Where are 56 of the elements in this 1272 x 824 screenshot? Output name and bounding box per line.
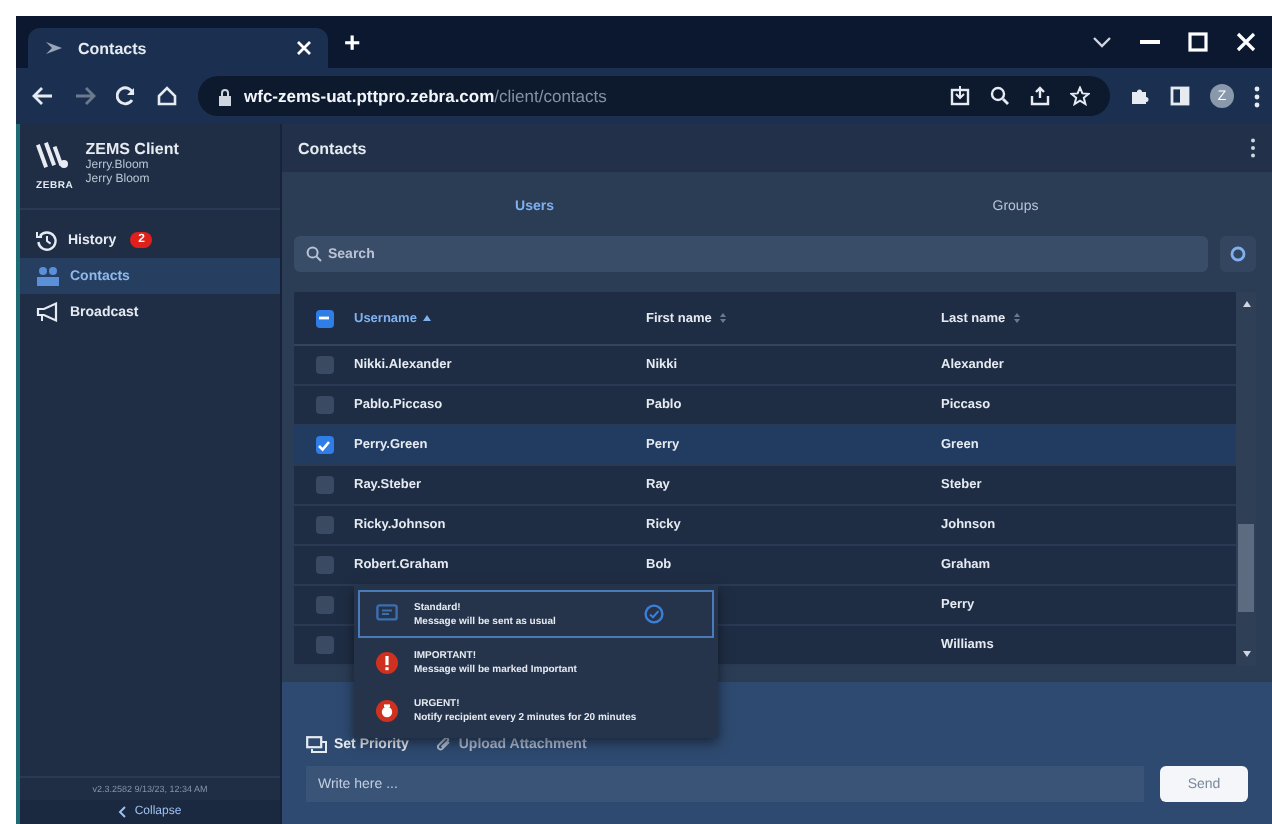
scrollbar[interactable] bbox=[1236, 292, 1256, 666]
row-checkbox[interactable] bbox=[315, 436, 333, 454]
row-checkbox[interactable] bbox=[315, 596, 333, 614]
select-all-checkbox[interactable] bbox=[315, 309, 333, 327]
new-tab-button[interactable]: + bbox=[344, 26, 361, 58]
logo-icon bbox=[44, 38, 64, 58]
megaphone-icon bbox=[36, 302, 60, 322]
refresh-icon bbox=[1230, 246, 1246, 262]
refresh-button[interactable] bbox=[1220, 236, 1256, 272]
url-path: /client/contacts bbox=[494, 86, 607, 106]
more-icon[interactable] bbox=[1254, 85, 1260, 107]
home-icon[interactable] bbox=[156, 86, 178, 106]
chevron-down-icon[interactable] bbox=[1092, 36, 1112, 48]
browser-tab[interactable]: Contacts bbox=[28, 28, 328, 68]
row-checkbox[interactable] bbox=[315, 396, 333, 414]
install-icon[interactable] bbox=[950, 86, 970, 106]
paperclip-icon bbox=[436, 736, 453, 754]
puzzle-icon[interactable] bbox=[1130, 86, 1150, 106]
app-name: ZEMS Client bbox=[85, 140, 179, 158]
tab-title: Contacts bbox=[78, 39, 149, 57]
close-icon[interactable] bbox=[296, 40, 312, 56]
check-circle-icon bbox=[644, 604, 664, 624]
close-icon[interactable] bbox=[1236, 32, 1256, 52]
check-icon bbox=[316, 437, 332, 453]
sort-icon[interactable] bbox=[717, 312, 728, 324]
page-title: Contacts bbox=[298, 139, 367, 157]
alarm-icon bbox=[376, 699, 398, 721]
row-checkbox[interactable] bbox=[315, 476, 333, 494]
caret-up-icon[interactable] bbox=[1241, 300, 1251, 308]
lock-icon bbox=[218, 87, 232, 105]
sort-icon[interactable] bbox=[422, 312, 433, 324]
row-checkbox[interactable] bbox=[315, 636, 333, 654]
share-icon[interactable] bbox=[1030, 86, 1050, 106]
sort-icon[interactable] bbox=[1011, 312, 1022, 324]
people-icon bbox=[36, 266, 60, 286]
reload-icon[interactable] bbox=[116, 86, 136, 106]
url-host: wfc-zems-uat.pttpro.zebra.com bbox=[244, 86, 495, 106]
maximize-icon[interactable] bbox=[1188, 32, 1208, 52]
star-icon[interactable] bbox=[1070, 86, 1090, 106]
caret-down-icon[interactable] bbox=[1241, 650, 1251, 658]
scrollbar-thumb[interactable] bbox=[1238, 524, 1254, 612]
back-icon[interactable] bbox=[32, 86, 54, 106]
address-field[interactable]: wfc-zems-uat.pttpro.zebra.com/client/contacts bbox=[198, 76, 1110, 116]
chevron-left-icon bbox=[118, 806, 127, 818]
row-checkbox[interactable] bbox=[315, 356, 333, 374]
forward-icon[interactable] bbox=[74, 86, 96, 106]
sidebar-icon[interactable] bbox=[1170, 86, 1190, 106]
history-icon bbox=[36, 229, 58, 251]
row-checkbox[interactable] bbox=[315, 556, 333, 574]
exclamation-icon bbox=[376, 651, 398, 673]
search-icon bbox=[306, 246, 322, 262]
chat-icon bbox=[376, 604, 398, 624]
more-icon[interactable] bbox=[1250, 138, 1256, 158]
chat-icon bbox=[306, 736, 328, 754]
row-checkbox[interactable] bbox=[315, 516, 333, 534]
zoom-icon[interactable] bbox=[990, 86, 1010, 106]
